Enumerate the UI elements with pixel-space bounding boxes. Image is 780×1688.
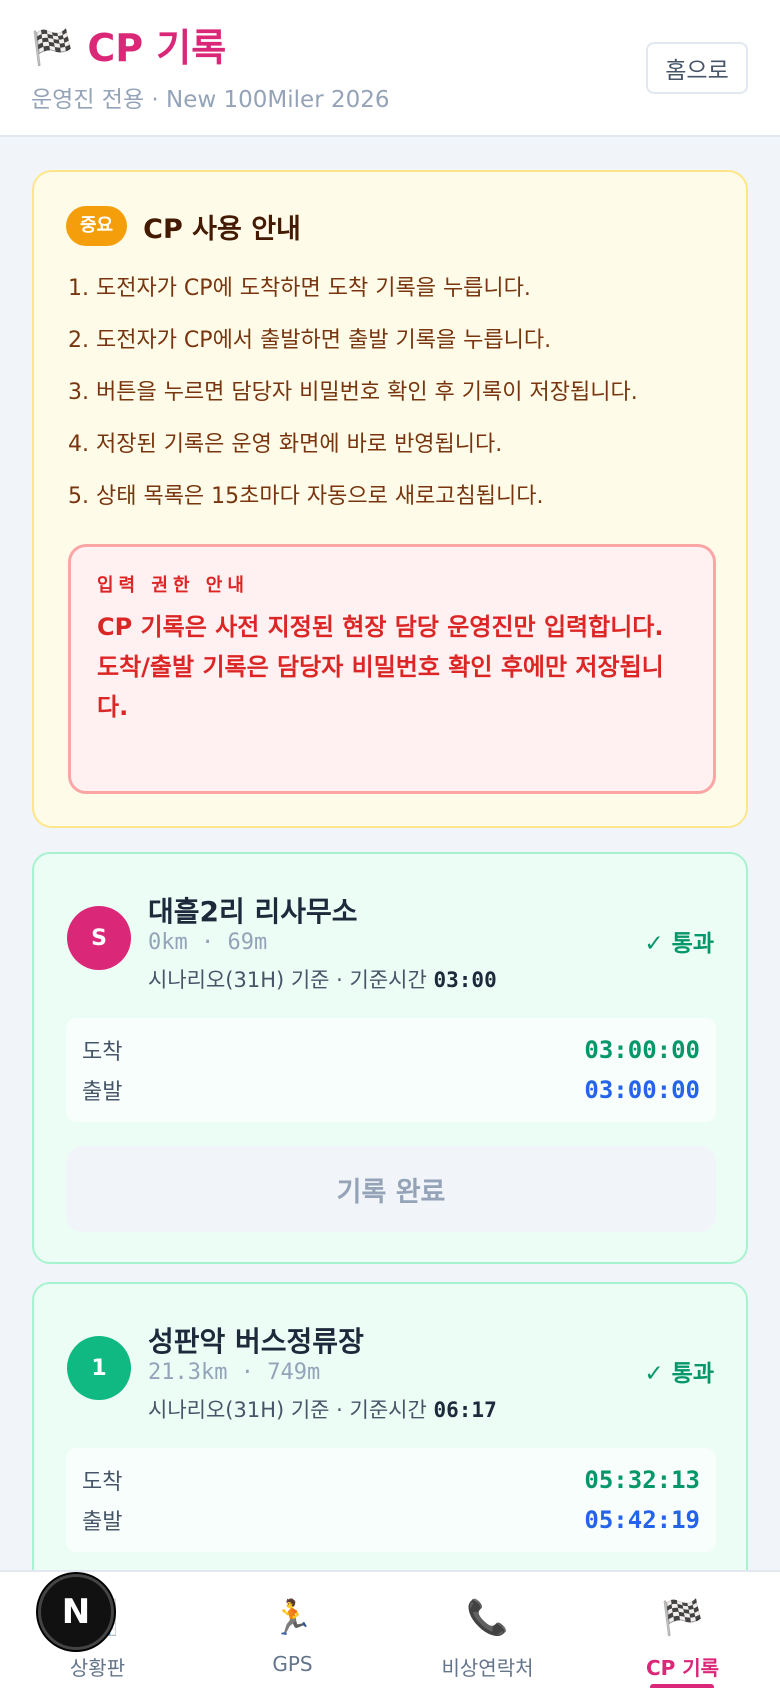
checkpoint-distance: 0km · 69m [148,930,268,955]
scenario-prefix: 시나리오(31H) 기준 · 기준시간 [148,968,427,992]
tab-cp-record[interactable]: 🏁 CP 기록 [585,1572,780,1688]
checkpoint-scenario: 시나리오(31H) 기준 · 기준시간 03:00 [148,964,497,994]
permission-notice: 입력 권한 안내 CP 기록은 사전 지정된 현장 담당 운영진만 입력합니다.… [68,544,716,794]
active-tab-indicator [650,1684,714,1688]
notice-item: 2. 도전자가 CP에서 출발하면 출발 기록을 누릅니다. [68,328,552,353]
phone-icon: 📞 [466,1598,509,1638]
notice-item: 1. 도전자가 CP에 도착하면 도착 기록을 누릅니다. [68,276,531,301]
tab-label: 비상연락처 [441,1656,534,1680]
notice-list: 1. 도전자가 CP에 도착하면 도착 기록을 누릅니다. 2. 도전자가 CP… [68,274,728,534]
checkpoint-name: 성판악 버스정류장 [148,1325,364,1358]
arrival-label: 도착 [82,1470,123,1495]
page-title-row: 🏁 CP 기록 [31,26,226,70]
departure-label: 출발 [82,1080,123,1105]
important-badge: 중요 [66,206,128,246]
checkpoint-name: 대흘2리 리사무소 [148,895,358,928]
tab-emergency-contacts[interactable]: 📞 비상연락처 [390,1572,585,1688]
home-button[interactable]: 홈으로 [646,42,748,94]
arrival-time: 03:00:00 [584,1036,700,1064]
checkpoint-badge: 1 [67,1336,131,1400]
tab-gps[interactable]: 🏃 GPS [195,1572,390,1688]
time-record-box: 도착 03:00:00 출발 03:00:00 [66,1018,716,1122]
notice-title: CP 사용 안내 [143,213,301,245]
tab-label: 상황판 [69,1656,126,1680]
scenario-time: 06:17 [433,1398,497,1422]
usage-notice-card: 중요 CP 사용 안내 1. 도전자가 CP에 도착하면 도착 기록을 누릅니다… [32,170,748,828]
checkpoint-card: S 대흘2리 리사무소 0km · 69m 시나리오(31H) 기준 · 기준시… [32,852,748,1264]
arrival-row: 도착 05:32:13 [82,1460,700,1500]
departure-label: 출발 [82,1510,123,1535]
notice-item: 5. 상태 목록은 15초마다 자동으로 새로고침됩니다. [68,484,544,509]
dev-overlay-badge[interactable]: N [38,1574,114,1650]
permission-label: 입력 권한 안내 [97,575,249,596]
departure-time: 03:00:00 [584,1076,700,1104]
checkered-flag-icon: 🏁 [661,1598,704,1638]
tab-label: GPS [272,1652,313,1676]
page-title: CP 기록 [87,26,227,70]
permission-line-1: CP 기록은 사전 지정된 현장 담당 운영진만 입력합니다. [97,613,664,641]
departure-time: 05:42:19 [584,1506,700,1534]
checkpoint-status: ✓ 통과 [644,1361,714,1387]
scenario-time: 03:00 [433,968,497,992]
scenario-prefix: 시나리오(31H) 기준 · 기준시간 [148,1398,427,1422]
app-header: 🏁 CP 기록 운영진 전용 · New 100Miler 2026 홈으로 [0,0,780,137]
checkered-flag-icon: 🏁 [31,28,74,68]
permission-line-2: 도착/출발 기록은 담당자 비밀번호 확인 후에만 저장됩니다. [97,653,664,721]
departure-row: 출발 05:42:19 [82,1500,700,1540]
checkpoint-distance: 21.3km · 749m [148,1360,321,1385]
notice-item: 4. 저장된 기록은 운영 화면에 바로 반영됩니다. [68,432,503,457]
runner-icon: 🏃 [271,1598,314,1638]
notice-item: 3. 버튼을 누르면 담당자 비밀번호 확인 후 기록이 저장됩니다. [68,380,638,405]
time-record-box: 도착 05:32:13 출발 05:42:19 [66,1448,716,1552]
checkpoint-status: ✓ 통과 [644,931,714,957]
tab-label: CP 기록 [645,1656,720,1680]
notice-header: 중요 CP 사용 안내 [66,206,301,246]
checkpoint-card: 1 성판악 버스정류장 21.3km · 749m 시나리오(31H) 기준 ·… [32,1282,748,1602]
checkpoint-badge: S [67,906,131,970]
departure-row: 출발 03:00:00 [82,1070,700,1110]
page-subtitle: 운영진 전용 · New 100Miler 2026 [31,87,390,113]
record-complete-button[interactable]: 기록 완료 [66,1146,716,1232]
arrival-time: 05:32:13 [584,1466,700,1494]
bottom-tab-bar: 📊 상황판 🏃 GPS 📞 비상연락처 🏁 CP 기록 [0,1570,780,1688]
arrival-label: 도착 [82,1040,123,1065]
checkpoint-scenario: 시나리오(31H) 기준 · 기준시간 06:17 [148,1394,497,1424]
arrival-row: 도착 03:00:00 [82,1030,700,1070]
